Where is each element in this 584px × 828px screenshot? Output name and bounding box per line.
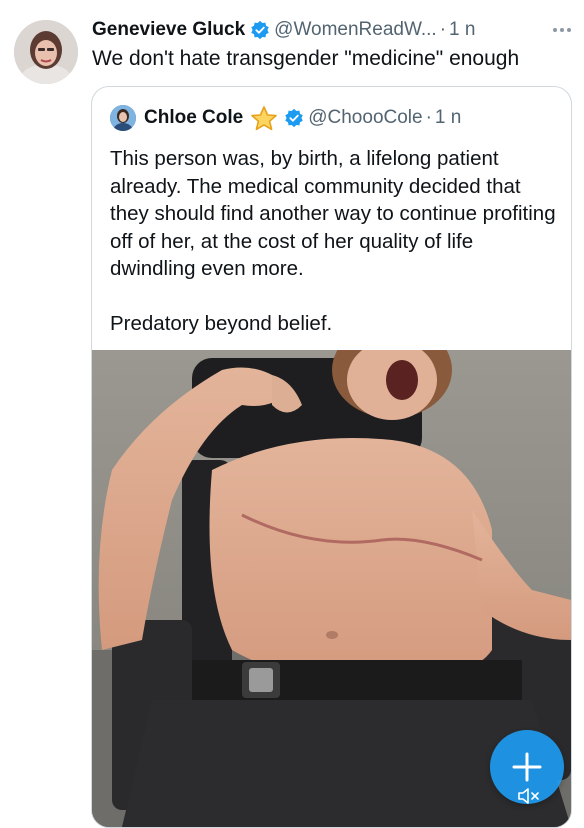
quote-header: Chloe Cole @ChoooCole · 1 n bbox=[110, 104, 461, 132]
author-handle[interactable]: @WomenReadW... bbox=[274, 19, 437, 41]
verified-badge-icon bbox=[251, 20, 269, 40]
quote-author-avatar[interactable] bbox=[110, 105, 136, 131]
tweet: Genevieve Gluck @WomenReadW... · 1 n We … bbox=[0, 0, 584, 828]
quote-paragraph-1: This person was, by birth, a lifelong pa… bbox=[110, 147, 556, 280]
quote-header-separator: · bbox=[425, 107, 432, 128]
header-separator: · bbox=[439, 19, 447, 40]
tweet-header: Genevieve Gluck @WomenReadW... · 1 n bbox=[92, 16, 574, 44]
more-options-icon[interactable] bbox=[550, 20, 574, 40]
star-icon bbox=[251, 106, 278, 131]
user-avatar-photo-icon bbox=[14, 20, 78, 84]
quote-timestamp[interactable]: 1 n bbox=[435, 107, 461, 129]
speaker-muted-icon[interactable] bbox=[516, 786, 542, 806]
quote-text: This person was, by birth, a lifelong pa… bbox=[110, 145, 560, 338]
quote-author-name[interactable]: Chloe Cole bbox=[144, 107, 243, 129]
quoted-tweet[interactable]: Chloe Cole @ChoooCole · 1 n This person … bbox=[91, 86, 572, 828]
tweet-timestamp[interactable]: 1 n bbox=[449, 19, 475, 41]
verified-badge-icon bbox=[285, 108, 303, 128]
quote-avatar-photo-icon bbox=[110, 105, 136, 131]
author-name[interactable]: Genevieve Gluck bbox=[92, 19, 245, 41]
author-avatar[interactable] bbox=[14, 20, 78, 84]
tweet-text: We don't hate transgender "medicine" eno… bbox=[92, 47, 520, 70]
quote-paragraph-2: Predatory beyond belief. bbox=[110, 312, 333, 335]
quote-author-handle[interactable]: @ChoooCole bbox=[308, 107, 422, 129]
